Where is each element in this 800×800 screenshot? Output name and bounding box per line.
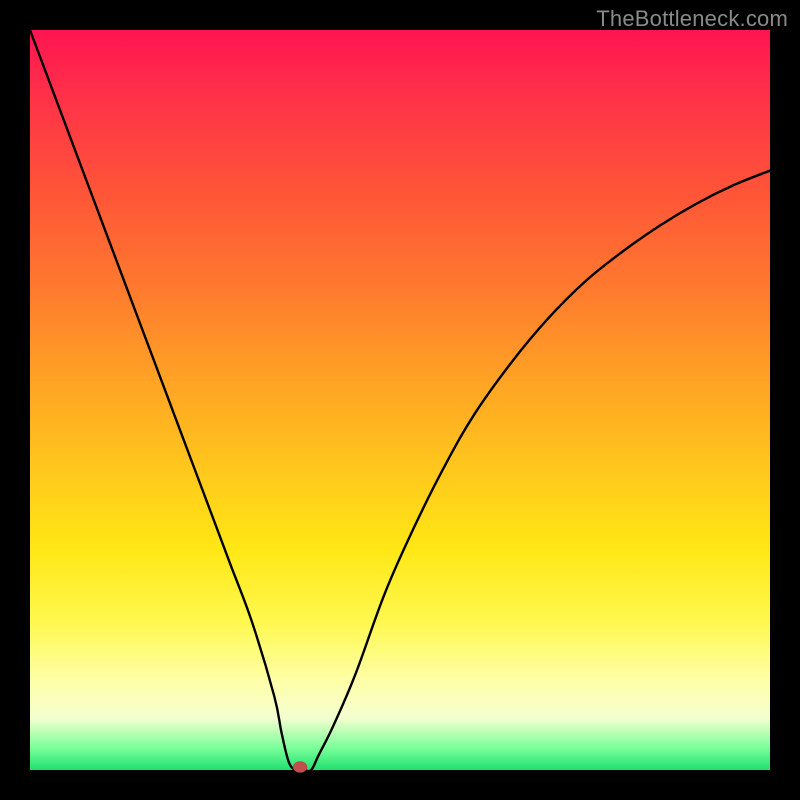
bottleneck-curve-svg (30, 30, 770, 770)
chart-frame: TheBottleneck.com (0, 0, 800, 800)
bottleneck-curve (30, 30, 770, 771)
watermark-text: TheBottleneck.com (596, 6, 788, 32)
optimum-marker (293, 762, 307, 773)
